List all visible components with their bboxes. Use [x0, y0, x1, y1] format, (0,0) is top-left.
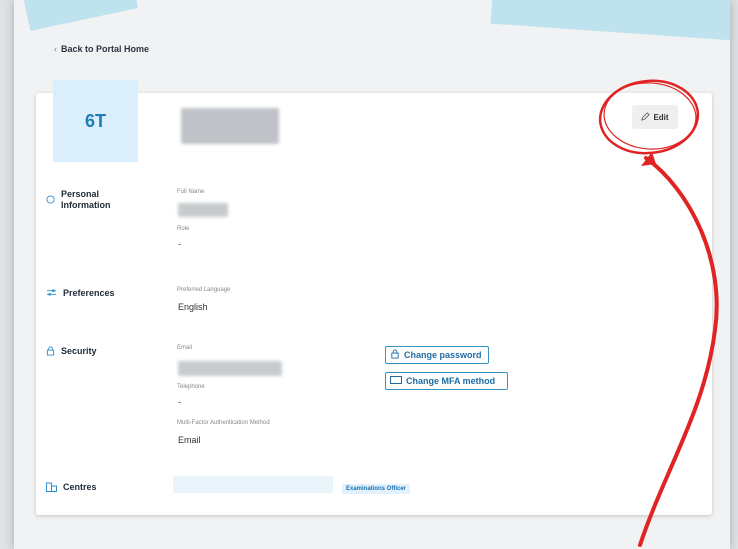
personal-title-line1: Personal — [61, 189, 100, 199]
change-mfa-method-button[interactable]: Change MFA method — [385, 372, 508, 390]
profile-card: 6T Edit Personal Information Full Name Ro… — [36, 80, 712, 515]
personal-title-line2: Information — [61, 200, 111, 210]
info-circle-icon — [46, 189, 55, 207]
edit-label: Edit — [653, 112, 669, 122]
card-icon — [390, 376, 402, 386]
centres-title: Centres — [63, 482, 97, 492]
redacted-name — [181, 108, 279, 144]
decorative-shape — [20, 0, 138, 31]
decorative-shape — [490, 0, 730, 41]
personal-information-heading: Personal Information — [46, 189, 111, 211]
redacted-full-name — [178, 203, 228, 217]
mfa-method-label: Multi-Factor Authentication Method — [177, 420, 270, 426]
change-mfa-label: Change MFA method — [406, 376, 496, 386]
preferred-language-label: Preferred Language — [177, 287, 231, 293]
role-value: - — [178, 239, 181, 249]
lock-icon — [390, 349, 400, 361]
preferences-heading: Preferences — [46, 288, 115, 300]
mfa-method-value: Email — [178, 435, 201, 445]
chevron-left-icon: ‹ — [54, 44, 57, 54]
avatar-initials: 6T — [84, 110, 106, 131]
redacted-email — [178, 361, 282, 376]
security-title: Security — [61, 346, 97, 356]
full-name-label: Full Name — [177, 189, 205, 195]
telephone-value: - — [178, 397, 181, 407]
avatar: 6T — [53, 80, 138, 162]
preferences-title: Preferences — [63, 288, 115, 298]
role-badge: Examinations Officer — [342, 484, 411, 494]
portal-screen: ‹ Back to Portal Home 6T Edit Personal Inf… — [14, 0, 730, 549]
sliders-icon — [46, 288, 57, 300]
email-label: Email — [177, 345, 193, 351]
lock-icon — [46, 346, 55, 359]
building-icon — [46, 482, 57, 495]
back-link-label: Back to Portal Home — [61, 44, 150, 54]
role-label: Role — [177, 226, 190, 232]
security-heading: Security — [46, 346, 97, 359]
change-password-button[interactable]: Change password — [385, 346, 489, 364]
redacted-centre-name — [173, 476, 333, 493]
edit-button[interactable]: Edit — [632, 105, 678, 129]
change-password-label: Change password — [404, 350, 482, 360]
pencil-icon — [641, 111, 651, 123]
centres-heading: Centres — [46, 482, 97, 495]
preferred-language-value: English — [178, 302, 208, 312]
back-to-portal-link[interactable]: ‹ Back to Portal Home — [54, 44, 149, 54]
telephone-label: Telephone — [177, 384, 205, 390]
